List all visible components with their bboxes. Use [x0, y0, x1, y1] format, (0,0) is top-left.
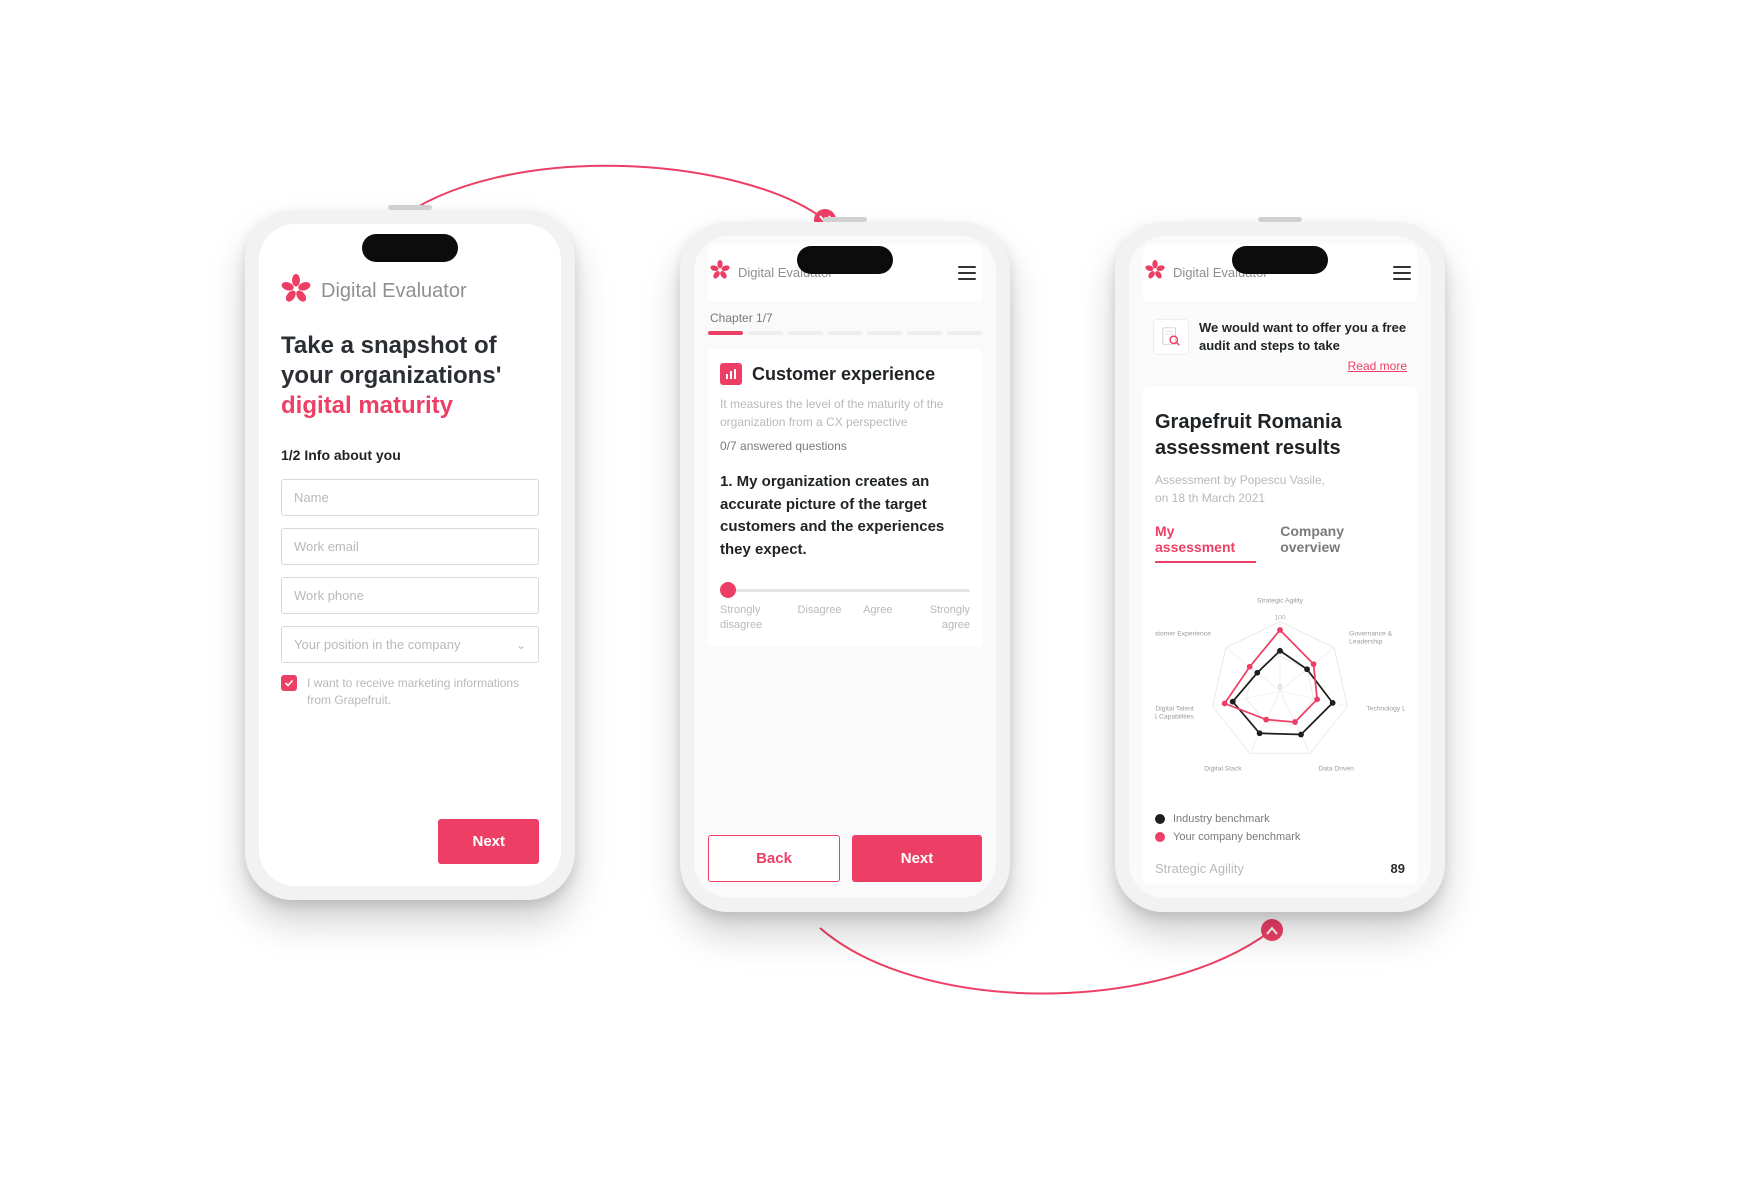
svg-text:Digital Stack: Digital Stack [1204, 766, 1242, 773]
svg-text:0: 0 [1278, 684, 1282, 691]
byline-author: Assessment by Popescu Vasile, [1155, 473, 1325, 487]
chapter-title: Customer experience [752, 364, 935, 385]
answered-counter: 0/7 answered questions [720, 439, 970, 453]
audit-icon [1153, 319, 1189, 355]
byline-date: on 18 th March 2021 [1155, 491, 1265, 505]
svg-text:& Capabilities: & Capabilities [1155, 713, 1194, 720]
offer-banner: We would want to offer you a free audit … [1143, 309, 1417, 379]
name-placeholder: Name [294, 490, 329, 505]
brand-header: Digital Evaluator [281, 274, 539, 309]
result-tabs: My assessment Company overview [1155, 523, 1405, 563]
earpiece [823, 217, 867, 222]
logo-icon [710, 260, 730, 285]
phone-placeholder: Work phone [294, 588, 364, 603]
slider-scale-labels: Strongly disagree Disagree Agree Strongl… [720, 603, 970, 633]
dynamic-island [362, 234, 458, 262]
svg-text:Digital Talent: Digital Talent [1155, 706, 1193, 713]
step-label: 1/2 Info about you [281, 447, 539, 463]
phone-question: Digital Evaluator Chapter 1/7 Customer e… [680, 222, 1010, 912]
legend-dot-industry [1155, 814, 1165, 824]
results-title: Grapefruit Romania assessment results [1155, 409, 1405, 461]
optin-checkbox[interactable] [281, 675, 297, 691]
results-card: Grapefruit Romania assessment results As… [1143, 387, 1417, 884]
svg-text:Technology Leadership: Technology Leadership [1366, 706, 1405, 713]
phone-results: Digital Evaluator We would want to offer… [1115, 222, 1445, 912]
banner-text: We would want to offer you a free audit … [1199, 319, 1407, 354]
screen: Digital Evaluator We would want to offer… [1129, 236, 1431, 898]
dynamic-island [1232, 246, 1328, 274]
chapter-description: It measures the level of the maturity of… [720, 395, 970, 431]
headline: Take a snapshot of your organizations' d… [281, 331, 539, 421]
email-field[interactable]: Work email [281, 528, 539, 565]
question-text: 1. My organization creates an accurate p… [720, 471, 970, 561]
logo-icon [1145, 260, 1165, 285]
chapter-counter: Chapter 1/7 [710, 311, 982, 325]
chapter-icon [720, 363, 742, 385]
optin-label: I want to receive marketing informations… [307, 675, 539, 710]
metric-value: 89 [1391, 861, 1405, 876]
email-placeholder: Work email [294, 539, 359, 554]
headline-accent: digital maturity [281, 392, 453, 419]
scale-3: Agree [863, 603, 892, 633]
back-button[interactable]: Back [708, 835, 840, 882]
menu-icon[interactable] [1393, 266, 1411, 280]
metric-name: Strategic Agility [1155, 861, 1244, 876]
assessment-byline: Assessment by Popescu Vasile, on 18 th M… [1155, 471, 1405, 507]
chevron-down-icon: ⌄ [516, 638, 526, 652]
svg-text:Customer Experience: Customer Experience [1155, 631, 1211, 638]
logo-icon [281, 274, 311, 309]
earpiece [388, 205, 432, 210]
legend-label-industry: Industry benchmark [1173, 813, 1270, 825]
name-field[interactable]: Name [281, 479, 539, 516]
phone-field[interactable]: Work phone [281, 577, 539, 614]
dynamic-island [797, 246, 893, 274]
phone-form: Digital Evaluator Take a snapshot of you… [245, 210, 575, 900]
first-metric-row: Strategic Agility 89 [1155, 861, 1405, 876]
radar-chart: 050100Strategic AgilityGovernance &Leade… [1155, 573, 1405, 803]
svg-text:Strategic Agility: Strategic Agility [1257, 597, 1304, 604]
position-placeholder: Your position in the company [294, 637, 460, 652]
brand-name: Digital Evaluator [321, 280, 467, 303]
mockup-stage: Digital Evaluator Take a snapshot of you… [180, 120, 1570, 1080]
svg-text:Leadership: Leadership [1349, 638, 1383, 645]
likert-slider[interactable] [720, 585, 970, 595]
screen: Digital Evaluator Chapter 1/7 Customer e… [694, 236, 996, 898]
slider-track [720, 589, 970, 592]
screen: Digital Evaluator Take a snapshot of you… [259, 224, 561, 886]
svg-text:100: 100 [1274, 615, 1285, 622]
legend-label-company: Your company benchmark [1173, 831, 1300, 843]
scale-2: Disagree [798, 603, 842, 633]
marketing-optin-row: I want to receive marketing informations… [281, 675, 539, 710]
scale-4: Strongly agree [914, 603, 970, 633]
position-select[interactable]: Your position in the company ⌄ [281, 626, 539, 663]
next-button[interactable]: Next [852, 835, 982, 882]
chart-legend: Industry benchmark Your company benchmar… [1155, 813, 1405, 843]
legend-dot-company [1155, 832, 1165, 842]
svg-text:Governance &: Governance & [1349, 631, 1392, 638]
headline-main: Take a snapshot of your organizations' [281, 332, 501, 389]
question-card: Customer experience It measures the leve… [708, 349, 982, 647]
scale-1: Strongly disagree [720, 603, 776, 633]
tab-my-assessment[interactable]: My assessment [1155, 523, 1256, 563]
progress-bar [708, 331, 982, 335]
next-button[interactable]: Next [438, 819, 539, 864]
slider-thumb[interactable] [720, 582, 736, 598]
check-icon [284, 678, 294, 688]
svg-text:Data Driven: Data Driven [1318, 766, 1354, 773]
tab-company-overview[interactable]: Company overview [1280, 523, 1405, 563]
earpiece [1258, 217, 1302, 222]
menu-icon[interactable] [958, 266, 976, 280]
read-more-link[interactable]: Read more [1153, 359, 1407, 373]
